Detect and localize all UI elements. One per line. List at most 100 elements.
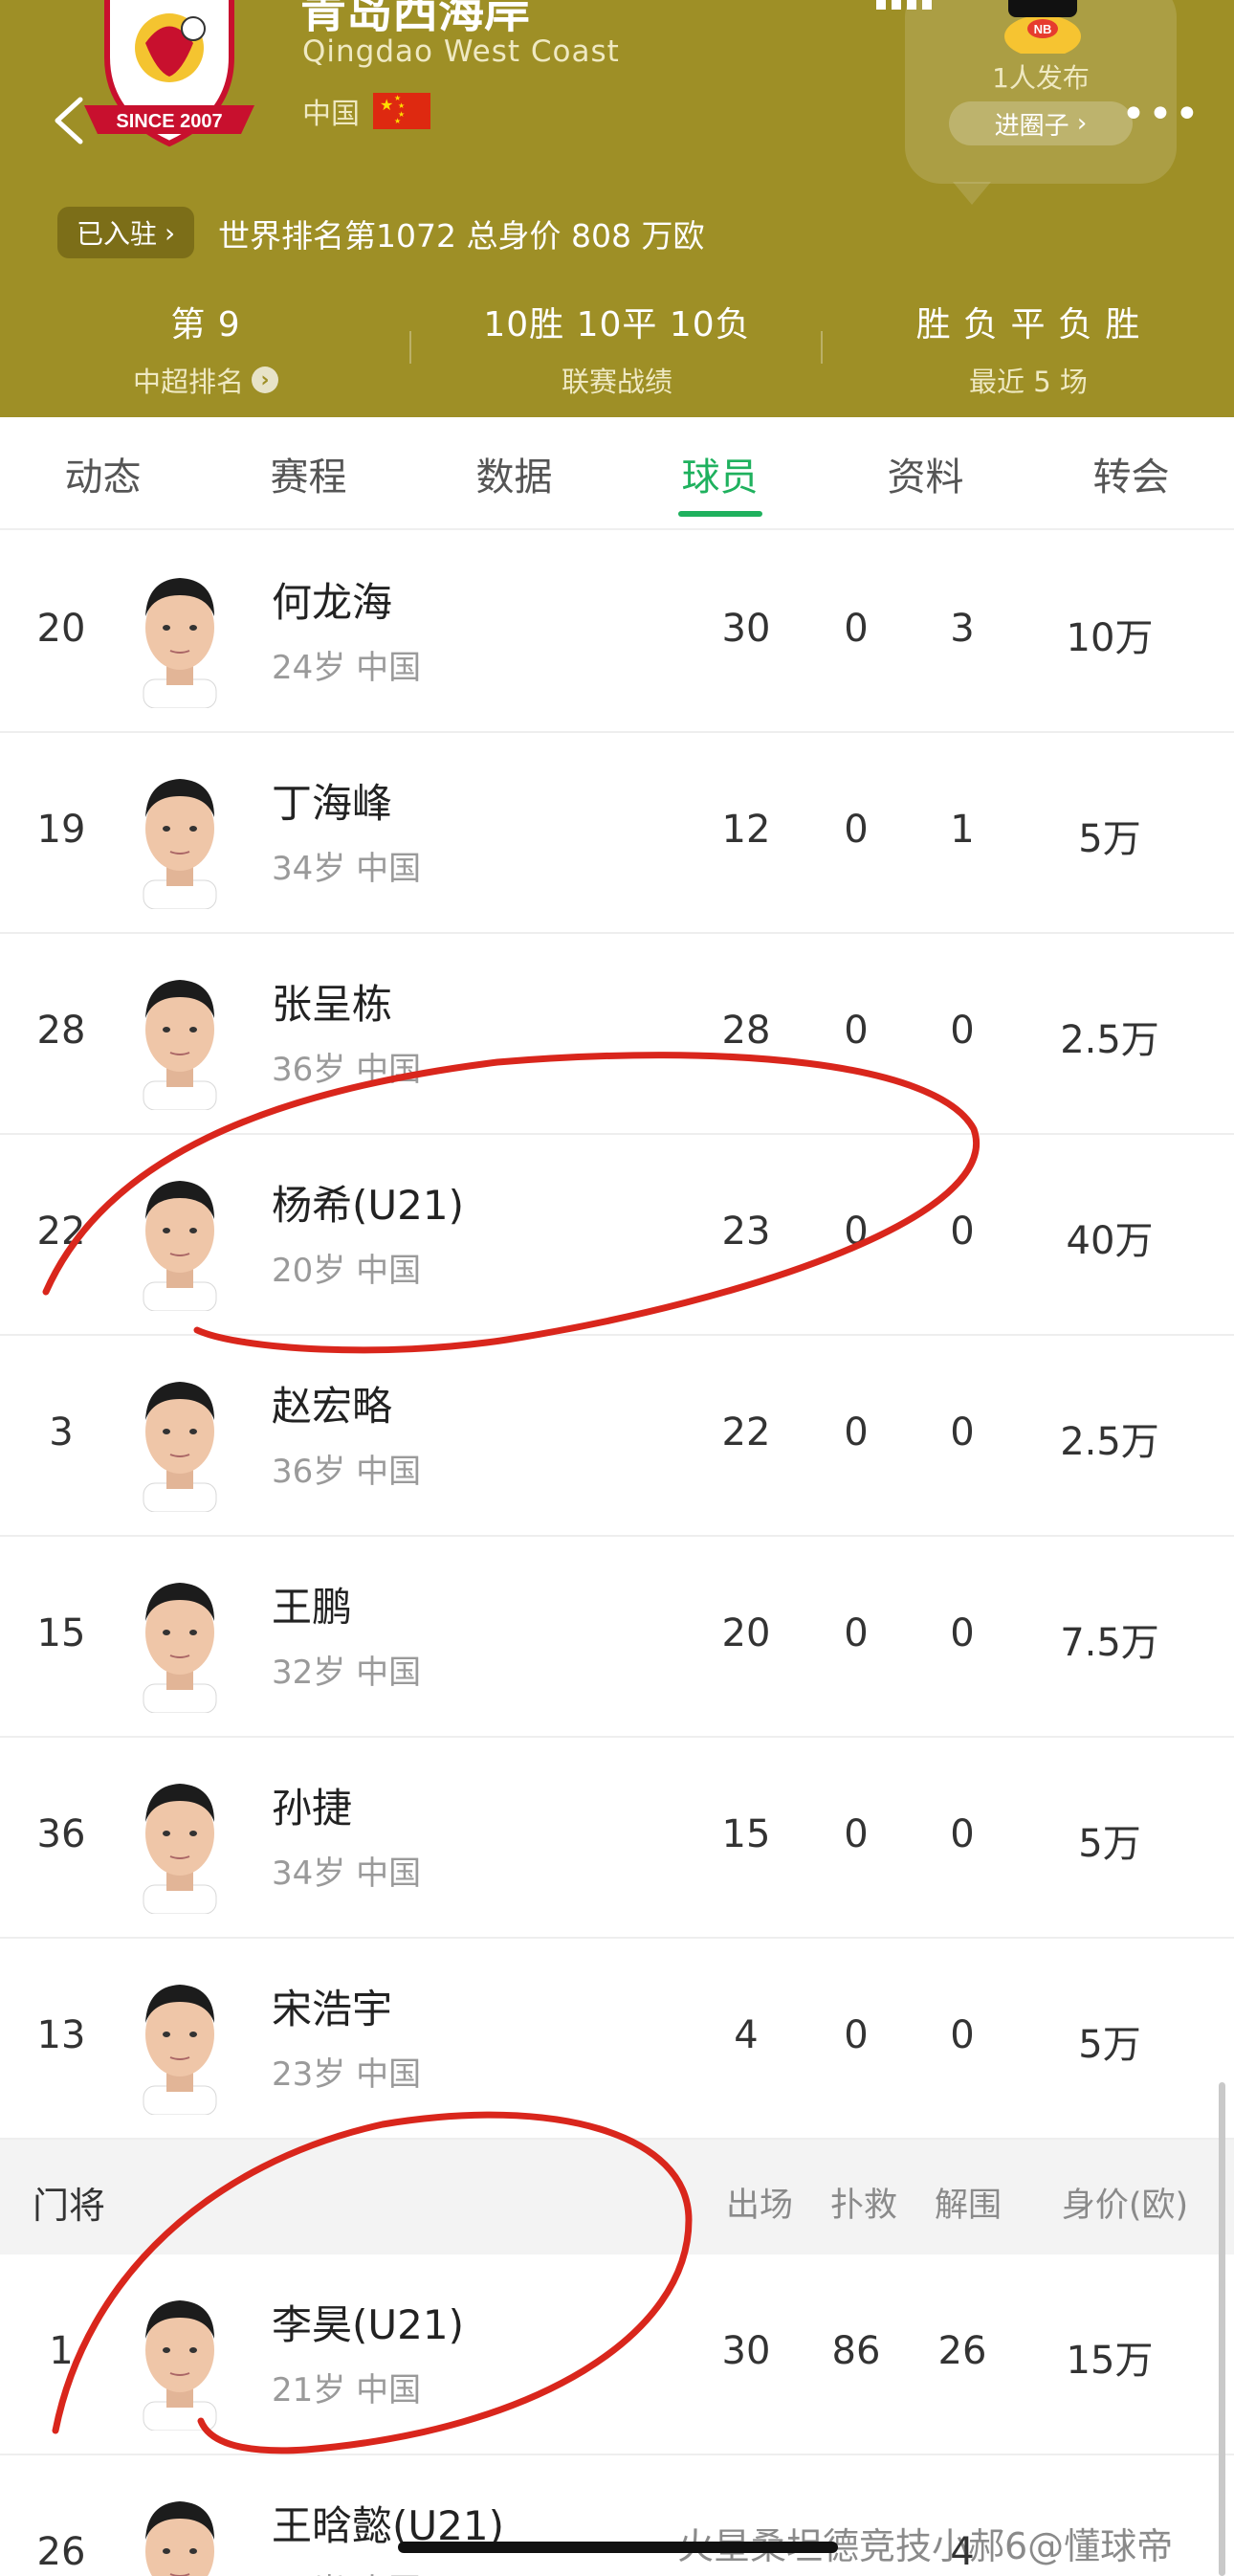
jersey-number: 22 [36, 1210, 86, 1254]
section-title: 门将 [33, 2185, 106, 2227]
stat-col-2: 0 [844, 1410, 869, 1455]
stat-appearances: 15 [721, 1812, 771, 1856]
stat-value: 胜 负 平 负 胜 [915, 305, 1141, 344]
market-value: 10万 [1066, 616, 1154, 660]
stat-col-2: 0 [844, 1611, 869, 1655]
enter-circle-label: 进圈子 [994, 111, 1069, 141]
goalkeeper-row[interactable]: 1 李昊(U21) 21岁 中国 30 86 26 15万 [0, 2254, 1234, 2455]
stat-col-2: 0 [844, 1210, 869, 1254]
world-rank-value: 世界排名第1072 总身价 808 万欧 [218, 217, 705, 255]
player-row[interactable]: 15 王鹏 32岁 中国 20 0 0 7.5万 [0, 1537, 1234, 1738]
player-row[interactable]: 19 丁海峰 34岁 中国 12 0 1 5万 [0, 733, 1234, 934]
player-name: 杨希(U21) [272, 1182, 464, 1229]
player-age-nationality: 23岁 中国 [272, 2055, 422, 2094]
player-row[interactable]: 20 何龙海 24岁 中国 30 0 3 10万 [0, 532, 1234, 733]
stat-value: 10胜 10平 10负 [483, 305, 751, 344]
column-header-clearances: 解围 [934, 2187, 1002, 2225]
player-age-nationality: 20岁 中国 [272, 1252, 422, 1290]
enter-circle-button[interactable]: 进圈子 › [949, 101, 1133, 145]
player-name: 宋浩宇 [272, 1986, 393, 2032]
joined-badge[interactable]: 已入驻 › [57, 207, 195, 258]
stat-col-2: 86 [831, 2329, 881, 2373]
player-avatar [130, 1169, 230, 1312]
team-tabs: 动态 赛程 数据 球员 资料 转会 [0, 417, 1234, 530]
team-country: 中国 ★ ★ ★ ★ ★ [302, 90, 430, 132]
jersey-number: 20 [36, 607, 86, 651]
player-avatar [130, 1772, 230, 1915]
player-age-nationality: 21岁 中国 [272, 2371, 422, 2409]
player-avatar [130, 968, 230, 1111]
player-age-nationality: 32岁 中国 [272, 1654, 422, 1692]
jersey-number: 1 [49, 2329, 74, 2373]
tab-news[interactable]: 动态 [0, 417, 206, 528]
market-value: 5万 [1078, 1822, 1141, 1866]
scrollbar[interactable] [1219, 2082, 1225, 2576]
stat-col-3: 0 [950, 1410, 975, 1455]
player-age-nationality: 24岁 中国 [272, 649, 422, 687]
player-avatar [130, 566, 230, 709]
player-avatar [130, 2490, 230, 2576]
market-value: 7.5万 [1060, 1621, 1159, 1665]
home-indicator[interactable] [398, 2542, 838, 2553]
player-avatar [130, 1370, 230, 1513]
tab-schedule[interactable]: 赛程 [206, 417, 411, 528]
jersey-number: 19 [36, 808, 86, 852]
market-value: 5万 [1078, 817, 1141, 861]
stat-col-2: 0 [844, 2013, 869, 2057]
player-age-nationality: 34岁 中国 [272, 1854, 422, 1893]
player-age-nationality: 36岁 中国 [272, 1051, 422, 1089]
country-label: 中国 [302, 98, 360, 131]
stat-col-3: 1 [950, 808, 975, 852]
stat-col-3: 26 [937, 2329, 987, 2373]
team-logo: SINCE 2007 [78, 0, 260, 155]
tab-players[interactable]: 球员 [617, 417, 823, 528]
nb-mascot-icon: NB [995, 0, 1091, 57]
stat-col-3: 0 [950, 1611, 975, 1655]
stat-value: 第 9 [170, 305, 241, 344]
china-flag-icon: ★ ★ ★ ★ ★ [373, 93, 430, 129]
player-age-nationality: 36岁 中国 [272, 1453, 422, 1491]
jersey-number: 3 [49, 1410, 74, 1455]
market-value: 40万 [1066, 1219, 1154, 1263]
player-name: 张呈栋 [272, 981, 393, 1028]
column-header-saves: 扑救 [829, 2187, 897, 2225]
stat-col-3: 0 [950, 1009, 975, 1053]
player-name: 丁海峰 [272, 780, 393, 827]
player-name: 王鹏 [272, 1584, 353, 1631]
jersey-number: 28 [36, 1009, 86, 1053]
player-avatar [130, 1571, 230, 1714]
player-name: 李昊(U21) [272, 2301, 464, 2348]
tab-transfers[interactable]: 转会 [1028, 417, 1234, 528]
player-row[interactable]: 36 孙捷 34岁 中国 15 0 0 5万 [0, 1738, 1234, 1939]
player-avatar [130, 2289, 230, 2432]
player-list: 20 何龙海 24岁 中国 30 0 3 10万 19 丁海峰 34岁 中国 12 0 1 5万 28 张呈栋… [0, 532, 1234, 2576]
jersey-number: 36 [36, 1812, 86, 1856]
stat-col-3: 0 [950, 1812, 975, 1856]
chevron-right-icon: › [1069, 109, 1088, 138]
player-row[interactable]: 13 宋浩宇 23岁 中国 4 0 0 5万 [0, 1939, 1234, 2140]
stat-league-rank[interactable]: 第 9 中超排名 › [0, 291, 411, 398]
player-row[interactable]: 3 赵宏略 36岁 中国 22 0 0 2.5万 [0, 1336, 1234, 1537]
column-header-market-value: 身价(欧) [1061, 2187, 1189, 2225]
stat-appearances: 23 [721, 1210, 771, 1254]
player-age-nationality: 34岁 中国 [272, 850, 422, 888]
more-options-icon[interactable]: ••• [1121, 94, 1201, 136]
jersey-number: 15 [36, 1611, 86, 1655]
stat-appearances: 28 [721, 1009, 771, 1053]
jersey-number: 26 [36, 2530, 86, 2574]
market-value: 5万 [1078, 2023, 1141, 2067]
chevron-right-circle-icon: › [252, 366, 278, 393]
stat-label: 联赛战绩 [561, 366, 672, 398]
tab-data[interactable]: 数据 [411, 417, 617, 528]
stat-col-3: 3 [950, 607, 975, 651]
player-row[interactable]: 22 杨希(U21) 20岁 中国 23 0 0 40万 [0, 1135, 1234, 1336]
market-value: 15万 [1066, 2339, 1154, 2383]
stat-col-3: 0 [950, 2013, 975, 2057]
player-name: 赵宏略 [272, 1383, 393, 1430]
stat-col-2: 0 [844, 607, 869, 651]
chevron-right-icon: › [165, 216, 176, 249]
tab-profile[interactable]: 资料 [823, 417, 1028, 528]
stat-appearances: 30 [721, 2329, 771, 2373]
stat-appearances: 30 [721, 607, 771, 651]
player-row[interactable]: 28 张呈栋 36岁 中国 28 0 0 2.5万 [0, 934, 1234, 1135]
